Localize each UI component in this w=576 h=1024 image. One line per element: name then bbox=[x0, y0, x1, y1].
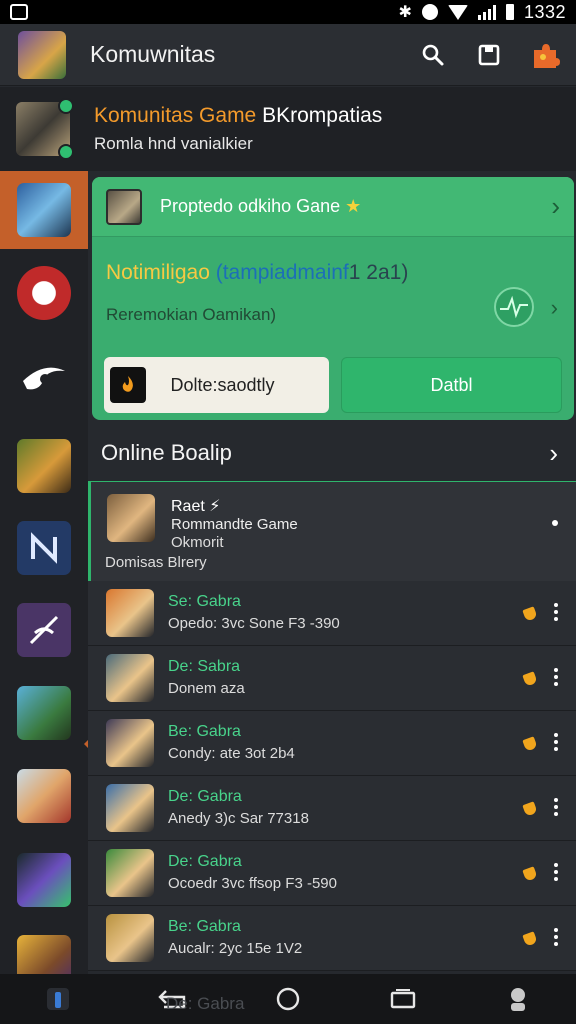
battery-icon bbox=[505, 4, 514, 20]
notification-bell-icon[interactable] bbox=[522, 671, 538, 687]
game-avatar bbox=[106, 914, 154, 962]
sidebar-item-eye[interactable] bbox=[17, 351, 71, 405]
chevron-right-icon[interactable]: › bbox=[551, 191, 560, 222]
square-icon[interactable] bbox=[474, 40, 504, 70]
list-item[interactable]: Be: Gabra Condy: ate 3ot 2b4 bbox=[88, 711, 576, 776]
sidebar-item-pen[interactable] bbox=[17, 603, 71, 657]
list-item[interactable]: De: Sabra Donem aza bbox=[88, 646, 576, 711]
screen: ✱ 1332 Komuwnitas Komunitas Game BKrompa… bbox=[0, 0, 576, 1024]
notification-bell-icon[interactable] bbox=[522, 736, 538, 752]
list-item-subtitle: Rommandte Game bbox=[171, 516, 298, 533]
featured-game-thumbnail bbox=[106, 188, 142, 225]
game-sidebar bbox=[0, 171, 90, 989]
featured-game-card[interactable]: Proptedo odkiho Gane ★ › Notimiligao (ta… bbox=[92, 177, 574, 420]
notification-app-icon bbox=[10, 4, 28, 20]
list-item-name: De: Gabra bbox=[168, 788, 242, 805]
search-icon[interactable] bbox=[418, 40, 448, 70]
section-title: Online Boalip bbox=[101, 440, 232, 465]
more-options-icon[interactable] bbox=[554, 603, 558, 621]
list-item-meta: Ocoedr 3vc ffsop F3 -590 bbox=[168, 875, 337, 892]
featured-headline: Notimiligao (tampiadmainf1 2a1) bbox=[106, 261, 409, 284]
chevron-right-icon[interactable]: › bbox=[551, 295, 558, 321]
list-item[interactable]: Be: Gabra Aucalr: 2yc 15e 1V2 bbox=[88, 906, 576, 971]
secondary-action-button[interactable]: Dolte:saodtly bbox=[104, 357, 329, 413]
list-item-footer: Domisas Blrery bbox=[105, 554, 207, 571]
sidebar-item-n-logo[interactable] bbox=[17, 521, 71, 575]
sidebar-item-crystal[interactable] bbox=[17, 853, 71, 907]
list-item[interactable]: De: Gabra Anedy 3)c Sar 77318 bbox=[88, 776, 576, 841]
page-title: Komuwnitas bbox=[90, 41, 216, 67]
status-bar: ✱ 1332 bbox=[0, 0, 576, 24]
list-item-meta: Aucalr: 2yc 15e 1V2 bbox=[168, 940, 303, 957]
game-avatar bbox=[107, 494, 155, 542]
more-options-icon[interactable] bbox=[554, 668, 558, 686]
sidebar-item-red-circle[interactable] bbox=[17, 266, 71, 320]
list-item-meta: Donem aza bbox=[168, 680, 245, 697]
game-avatar bbox=[106, 719, 154, 767]
app-shortcut-icon[interactable] bbox=[38, 979, 78, 1019]
list-item-name: Be: Gabra bbox=[168, 723, 241, 740]
list-item-highlighted[interactable]: Raet ⚡ Rommandte Game Okmorit Domisas Bl… bbox=[88, 481, 576, 581]
activity-icon[interactable] bbox=[494, 287, 534, 327]
more-options-icon[interactable] bbox=[554, 798, 558, 816]
featured-description: Reremokian Oamikan) bbox=[106, 305, 277, 324]
list-item-name: Se: Gabra bbox=[168, 593, 241, 610]
featured-game-title: Proptedo odkiho Gane ★ bbox=[160, 196, 362, 216]
list-item-name: Be: Gabra bbox=[168, 918, 241, 935]
wifi-icon bbox=[447, 4, 468, 20]
game-avatar bbox=[106, 849, 154, 897]
game-avatar bbox=[106, 784, 154, 832]
list-item-title: Raet ⚡ bbox=[171, 498, 221, 515]
list-item-name: De: Sabra bbox=[168, 658, 241, 675]
list-item-name: De: Gabra bbox=[168, 853, 242, 870]
notification-bell-icon[interactable] bbox=[522, 801, 538, 817]
sync-icon bbox=[421, 4, 438, 20]
game-avatar bbox=[106, 654, 154, 702]
notification-bell-icon[interactable] bbox=[522, 931, 538, 947]
home-icon[interactable] bbox=[268, 979, 308, 1019]
featured-game-header[interactable]: Proptedo odkiho Gane ★ › bbox=[92, 177, 574, 237]
flame-icon bbox=[110, 367, 146, 403]
list-item-meta: Anedy 3)c Sar 77318 bbox=[168, 810, 309, 827]
online-badge-icon bbox=[58, 98, 74, 114]
game-avatar bbox=[106, 589, 154, 637]
recents-icon[interactable] bbox=[383, 979, 423, 1019]
clock: 1332 bbox=[523, 1, 566, 22]
sidebar-item-crossbow[interactable] bbox=[17, 439, 71, 493]
community-subtitle: Romla hnd vanialkier bbox=[94, 134, 253, 153]
notification-bell-icon[interactable] bbox=[522, 866, 538, 882]
primary-action-button[interactable]: Datbl bbox=[341, 357, 562, 413]
list-item[interactable]: De: Gabra Ocoedr 3vc ffsop F3 -590 bbox=[88, 841, 576, 906]
signal-icon bbox=[477, 4, 496, 20]
more-options-icon[interactable] bbox=[554, 928, 558, 946]
list-item[interactable]: Se: Gabra Opedo: 3vc Sone F3 -390 bbox=[88, 581, 576, 646]
sidebar-item-hat-girl[interactable] bbox=[17, 769, 71, 823]
list-item-meta: Opedo: 3vc Sone F3 -390 bbox=[168, 615, 340, 632]
friends-list: Raet ⚡ Rommandte Game Okmorit Domisas Bl… bbox=[88, 481, 576, 971]
puzzle-icon[interactable] bbox=[530, 40, 560, 70]
sidebar-item-soldier[interactable] bbox=[17, 686, 71, 740]
notification-bell-icon[interactable] bbox=[522, 606, 538, 622]
profile-icon[interactable] bbox=[498, 979, 538, 1019]
navigation-bar: De: Gabra bbox=[0, 974, 576, 1024]
chevron-right-icon[interactable]: › bbox=[549, 438, 558, 469]
hidden-list-item-label: De: Gabra bbox=[166, 994, 245, 1013]
star-icon: ★ bbox=[345, 196, 362, 216]
online-section-header[interactable]: Online Boalip › bbox=[88, 425, 576, 481]
list-item-meta: Condy: ate 3ot 2b4 bbox=[168, 745, 295, 762]
bluetooth-icon: ✱ bbox=[398, 4, 412, 21]
app-bar: Komuwnitas bbox=[0, 24, 576, 86]
community-thumbnail bbox=[16, 98, 74, 160]
list-item-status: Okmorit bbox=[171, 534, 224, 551]
community-header[interactable]: Komunitas Game BKrompatias Romla hnd van… bbox=[0, 87, 576, 171]
sidebar-item-blade[interactable] bbox=[17, 183, 71, 237]
more-options-icon[interactable] bbox=[554, 863, 558, 881]
dot-icon bbox=[552, 520, 558, 526]
community-title: Komunitas Game BKrompatias bbox=[94, 104, 383, 127]
avatar-icon[interactable] bbox=[18, 30, 66, 79]
more-options-icon[interactable] bbox=[554, 733, 558, 751]
check-badge-icon bbox=[58, 144, 74, 160]
